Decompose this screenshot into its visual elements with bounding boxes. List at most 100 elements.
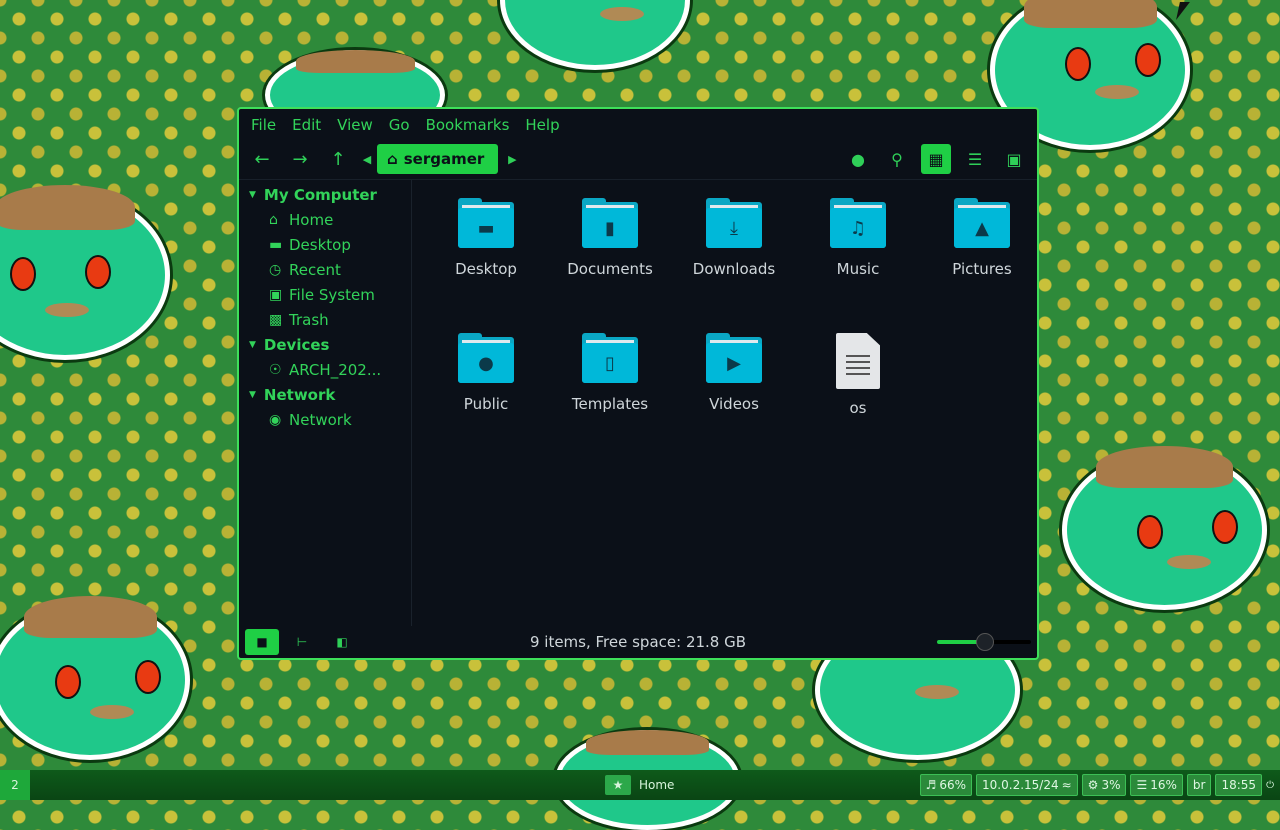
back-icon: ← <box>254 148 270 170</box>
sidebar-item-trash[interactable]: ▩ Trash <box>239 307 411 332</box>
sidebar-item-desktop[interactable]: ▬ Desktop <box>239 232 411 257</box>
zoom-slider[interactable] <box>937 633 1031 651</box>
expand-triangle-icon: ▼ <box>249 189 256 200</box>
sidebar-item-arch-device[interactable]: ☉ ARCH_202... <box>239 357 411 382</box>
hide-sidebar-button[interactable]: ◧ <box>325 629 359 655</box>
folder-icon: ■ <box>256 635 268 649</box>
file-item-videos[interactable]: ▶ Videos <box>672 333 796 468</box>
forward-icon: → <box>292 148 308 170</box>
cpu-indicator[interactable]: ⚙ 3% <box>1081 774 1127 796</box>
clock-icon: ◷ <box>269 261 282 278</box>
system-tray: ♬ 66% 10.0.2.15/24 ≈ ⚙ 3% ☰ 16% br 18:55 ⏻ <box>919 774 1274 796</box>
show-places-button[interactable]: ■ <box>245 629 279 655</box>
network-indicator[interactable]: 10.0.2.15/24 ≈ <box>976 774 1078 796</box>
menu-bar: File Edit View Go Bookmarks Help <box>239 109 1037 141</box>
list-view-button[interactable]: ☰ <box>960 144 990 174</box>
menu-edit[interactable]: Edit <box>290 116 329 134</box>
file-item-os[interactable]: os <box>796 333 920 468</box>
file-item-desktop[interactable]: ▬ Desktop <box>424 198 548 333</box>
menu-view[interactable]: View <box>335 116 381 134</box>
file-label: os <box>849 399 867 417</box>
file-label: Videos <box>709 395 759 413</box>
up-button[interactable]: ↑ <box>323 145 353 173</box>
workspace-indicator[interactable]: 2 <box>0 770 30 800</box>
memory-indicator[interactable]: ☰ 16% <box>1130 774 1183 796</box>
sidebar-item-file-system[interactable]: ▣ File System <box>239 282 411 307</box>
file-label: Public <box>463 395 509 413</box>
mouse-cursor-icon <box>1176 2 1190 20</box>
file-item-documents[interactable]: ▮ Documents <box>548 198 672 333</box>
breadcrumb-home[interactable]: ⌂ sergamer <box>377 144 499 174</box>
breadcrumb-right-arrow[interactable]: ▶ <box>502 153 522 166</box>
sidebar-section-network[interactable]: ▼ Network <box>239 382 411 407</box>
expand-triangle-icon: ▼ <box>249 339 256 350</box>
menu-file[interactable]: File <box>249 116 284 134</box>
desktop-icon: ▬ <box>269 236 283 253</box>
show-tree-button[interactable]: ⊢ <box>285 629 319 655</box>
menu-bookmarks[interactable]: Bookmarks <box>424 116 518 134</box>
home-icon: ⌂ <box>387 150 398 168</box>
sidebar-item-label: Trash <box>289 310 329 329</box>
file-label: Desktop <box>455 260 517 278</box>
clock[interactable]: 18:55 <box>1215 774 1263 796</box>
keyboard-layout[interactable]: br <box>1186 774 1212 796</box>
power-icon[interactable]: ⏻ <box>1266 780 1274 791</box>
volume-indicator[interactable]: ♬ 66% <box>919 774 973 796</box>
file-item-music[interactable]: ♫ Music <box>796 198 920 333</box>
sidebar-item-recent[interactable]: ◷ Recent <box>239 257 411 282</box>
drive-icon: ▣ <box>269 286 283 303</box>
file-grid: ▬ Desktop ▮ Documents ⤓ Downloads ♫ Musi… <box>424 198 1044 468</box>
folder-videos-icon: ▶ <box>706 333 762 385</box>
zoom-slider-knob[interactable] <box>976 633 994 651</box>
folder-public-icon: ● <box>458 333 514 385</box>
sidebar-item-label: ARCH_202... <box>289 360 382 379</box>
forward-button[interactable]: → <box>285 145 315 173</box>
compact-view-button[interactable]: ▣ <box>999 144 1029 174</box>
text-file-icon <box>836 333 880 389</box>
breadcrumb-label: sergamer <box>403 150 485 168</box>
file-item-pictures[interactable]: ▲ Pictures <box>920 198 1044 333</box>
speaker-icon: ♬ <box>925 778 937 792</box>
cpu-value: 3% <box>1101 778 1121 792</box>
toolbar: ← → ↑ ◀ ⌂ sergamer ▶ ● ⚲ ▦ ☰ ▣ <box>239 141 1037 177</box>
task-home[interactable]: ★ Home <box>605 775 674 795</box>
file-item-public[interactable]: ● Public <box>424 333 548 468</box>
volume-value: 66% <box>939 778 967 792</box>
section-title: My Computer <box>263 185 377 204</box>
sidebar-section-my-computer[interactable]: ▼ My Computer <box>239 182 411 207</box>
status-bar: ■ ⊢ ◧ 9 items, Free space: 21.8 GB <box>239 626 1037 658</box>
sidebar-item-label: Desktop <box>289 235 351 254</box>
tree-icon: ⊢ <box>296 635 308 649</box>
sidebar-item-label: Recent <box>289 260 341 279</box>
file-item-templates[interactable]: ▯ Templates <box>548 333 672 468</box>
file-item-downloads[interactable]: ⤓ Downloads <box>672 198 796 333</box>
sidebar-item-label: Network <box>289 410 352 429</box>
task-label: Home <box>639 778 675 792</box>
network-value: 10.0.2.15/24 <box>982 778 1059 792</box>
home-icon: ⌂ <box>269 211 278 228</box>
list-view-icon: ☰ <box>967 149 983 169</box>
search-icon: ⚲ <box>891 149 903 169</box>
memory-icon: ☰ <box>1136 778 1148 792</box>
search-button[interactable]: ⚲ <box>882 144 912 174</box>
sidebar-item-home[interactable]: ⌂ Home <box>239 207 411 232</box>
icon-view-button[interactable]: ▦ <box>921 144 951 174</box>
sidebar-item-network[interactable]: ◉ Network <box>239 407 411 432</box>
back-button[interactable]: ← <box>247 145 277 173</box>
folder-pictures-icon: ▲ <box>954 198 1010 250</box>
sidebar-section-devices[interactable]: ▼ Devices <box>239 332 411 357</box>
file-label: Pictures <box>952 260 1012 278</box>
wallpaper-character <box>0 596 190 760</box>
icon-view-icon: ▦ <box>928 149 944 169</box>
compact-view-icon: ▣ <box>1006 149 1022 169</box>
folder-templates-icon: ▯ <box>582 333 638 385</box>
sidebar: ▼ My Computer ⌂ Home ▬ Desktop ◷ Recent ▣ Fil… <box>239 180 412 626</box>
disc-icon: ☉ <box>269 361 282 378</box>
menu-go[interactable]: Go <box>387 116 418 134</box>
menu-help[interactable]: Help <box>523 116 567 134</box>
breadcrumb-left-arrow[interactable]: ◀ <box>357 153 377 166</box>
wifi-icon: ≈ <box>1061 778 1072 792</box>
folder-documents-icon: ▮ <box>582 198 638 250</box>
file-label: Templates <box>571 395 649 413</box>
location-button[interactable]: ● <box>843 144 873 174</box>
